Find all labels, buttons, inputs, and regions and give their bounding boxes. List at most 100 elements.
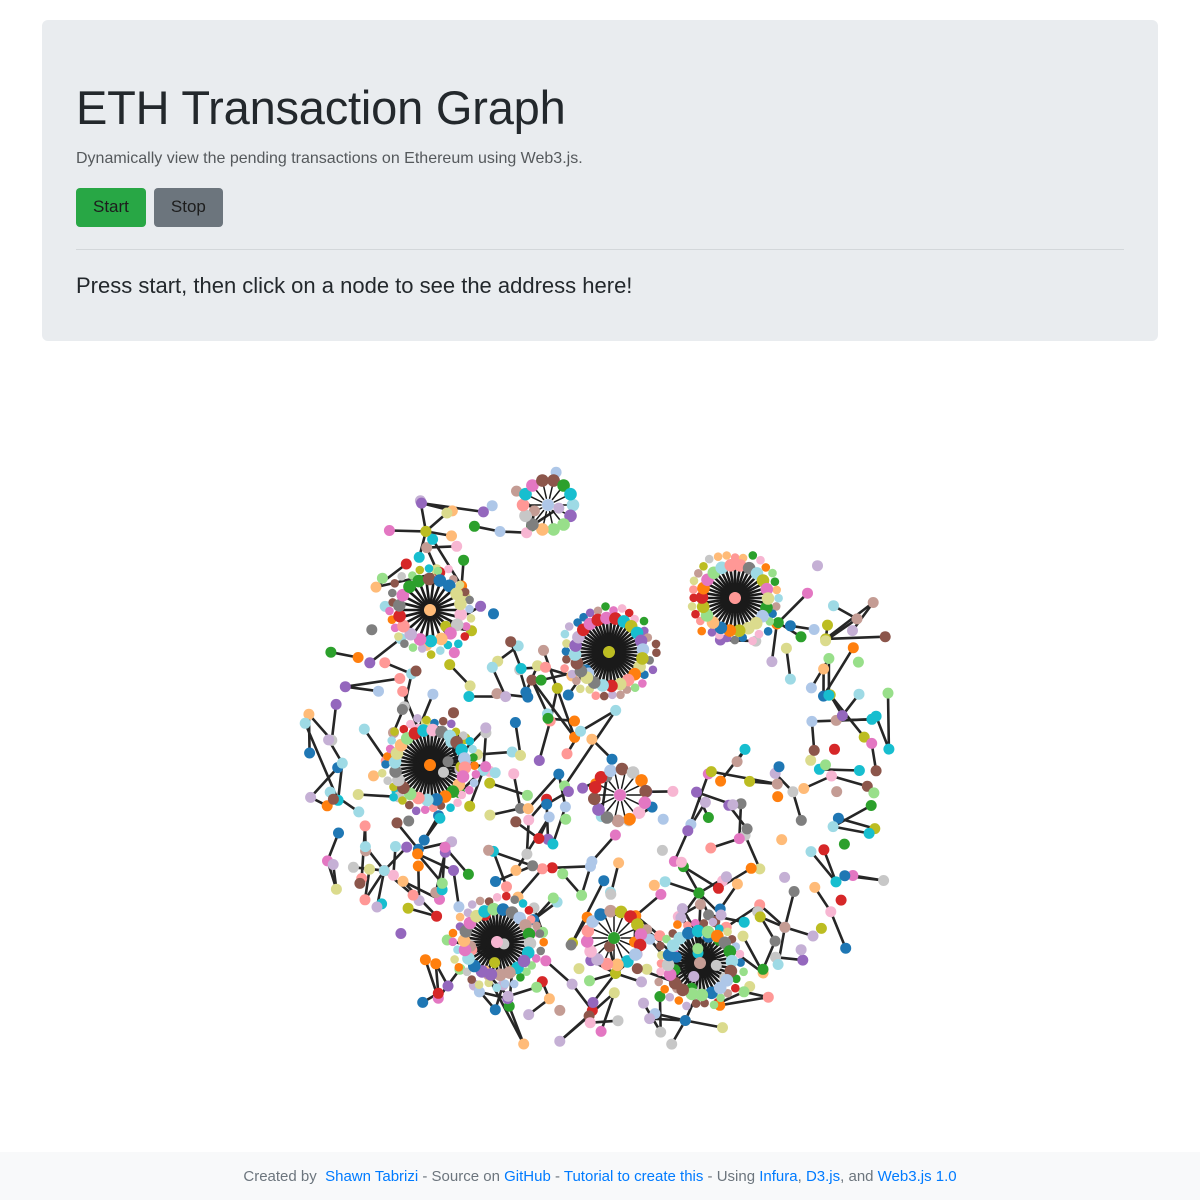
graph-node[interactable] <box>390 727 399 736</box>
graph-node[interactable] <box>723 927 732 937</box>
graph-node[interactable] <box>748 636 757 646</box>
graph-node[interactable] <box>522 803 534 815</box>
graph-node[interactable] <box>636 652 649 665</box>
graph-node[interactable] <box>484 809 496 821</box>
graph-node[interactable] <box>692 943 704 955</box>
graph-node[interactable] <box>455 912 465 922</box>
graph-node[interactable] <box>533 755 545 766</box>
graph-node[interactable] <box>516 498 530 512</box>
graph-node[interactable] <box>606 753 618 765</box>
graph-node[interactable] <box>432 987 444 999</box>
graph-node[interactable] <box>510 864 522 876</box>
graph-node[interactable] <box>389 792 398 802</box>
graph-node[interactable] <box>383 525 395 536</box>
graph-node[interactable] <box>376 572 388 584</box>
graph-node[interactable] <box>657 813 669 825</box>
graph-node[interactable] <box>453 901 465 913</box>
graph-node[interactable] <box>542 712 554 724</box>
graph-node[interactable] <box>818 663 830 675</box>
graph-node[interactable] <box>779 871 791 883</box>
graph-node[interactable] <box>693 887 705 899</box>
graph-node[interactable] <box>412 860 424 872</box>
graph-node[interactable] <box>500 691 512 703</box>
graph-node[interactable] <box>524 906 534 915</box>
graph-node[interactable] <box>535 674 547 686</box>
graph-node[interactable] <box>454 597 467 611</box>
graph-node[interactable] <box>408 643 418 652</box>
graph-node[interactable] <box>475 600 487 612</box>
transaction-graph[interactable] <box>0 380 1200 1080</box>
graph-node[interactable] <box>712 882 724 894</box>
graph-node[interactable] <box>674 996 684 1005</box>
graph-node[interactable] <box>636 976 647 988</box>
node-layer[interactable] <box>299 466 895 1050</box>
footer-author-link[interactable]: Shawn Tabrizi <box>325 1168 418 1185</box>
graph-node[interactable] <box>564 487 577 501</box>
graph-node[interactable] <box>838 838 850 850</box>
graph-node[interactable] <box>762 991 774 1003</box>
graph-node[interactable] <box>608 987 620 999</box>
graph-node[interactable] <box>840 942 852 954</box>
graph-node[interactable] <box>599 691 609 701</box>
graph-node[interactable] <box>532 921 541 931</box>
graph-node[interactable] <box>480 761 492 773</box>
graph-node[interactable] <box>771 602 781 611</box>
graph-node[interactable] <box>467 900 477 909</box>
graph-node[interactable] <box>766 656 778 668</box>
graph-node[interactable] <box>510 816 522 828</box>
graph-node[interactable] <box>387 736 397 745</box>
graph-node[interactable] <box>535 929 545 938</box>
graph-node[interactable] <box>772 959 784 970</box>
graph-node[interactable] <box>795 631 807 643</box>
graph-node[interactable] <box>516 973 525 982</box>
graph-node[interactable] <box>397 572 407 581</box>
graph-node[interactable] <box>731 983 740 993</box>
graph-node[interactable] <box>883 743 895 755</box>
graph-node[interactable] <box>828 600 839 612</box>
graph-node[interactable] <box>330 698 342 710</box>
graph-node[interactable] <box>776 834 788 846</box>
graph-node[interactable] <box>352 652 364 663</box>
graph-node[interactable] <box>708 917 718 927</box>
graph-node[interactable] <box>442 980 454 992</box>
graph-node[interactable] <box>462 868 474 880</box>
graph-node[interactable] <box>802 587 813 599</box>
graph-node[interactable] <box>573 963 585 975</box>
graph-node[interactable] <box>562 786 574 797</box>
graph-node[interactable] <box>831 786 843 798</box>
graph-node[interactable] <box>464 680 476 692</box>
graph-node[interactable] <box>716 993 725 1003</box>
graph-node[interactable] <box>847 625 858 637</box>
graph-node[interactable] <box>564 622 574 631</box>
graph-node[interactable] <box>523 814 535 826</box>
graph-node[interactable] <box>391 817 403 829</box>
graph-node[interactable] <box>694 898 706 910</box>
graph-node[interactable] <box>576 684 585 694</box>
graph-node[interactable] <box>465 785 474 795</box>
graph-node[interactable] <box>466 614 476 623</box>
graph-node[interactable] <box>444 659 456 671</box>
graph-node[interactable] <box>446 530 457 542</box>
graph-node[interactable] <box>541 798 553 810</box>
graph-node[interactable] <box>659 876 671 888</box>
graph-node[interactable] <box>536 474 549 487</box>
graph-node[interactable] <box>629 948 642 961</box>
graph-node[interactable] <box>691 609 700 619</box>
graph-node[interactable] <box>865 800 877 811</box>
graph-node[interactable] <box>379 657 391 669</box>
graph-node[interactable] <box>727 799 739 811</box>
graph-node[interactable] <box>400 558 412 570</box>
graph-node[interactable] <box>397 875 409 887</box>
graph-node[interactable] <box>805 754 817 766</box>
graph-node[interactable] <box>651 639 661 649</box>
graph-node[interactable] <box>704 554 714 564</box>
graph-node[interactable] <box>638 796 652 809</box>
graph-node[interactable] <box>397 685 409 697</box>
graph-node[interactable] <box>330 883 342 895</box>
graph-node[interactable] <box>475 896 485 906</box>
graph-node[interactable] <box>359 820 371 832</box>
graph-node[interactable] <box>827 821 839 833</box>
footer-web3js-link[interactable]: Web3.js 1.0 <box>878 1168 957 1185</box>
graph-node[interactable] <box>536 863 548 875</box>
graph-node[interactable] <box>591 691 601 700</box>
